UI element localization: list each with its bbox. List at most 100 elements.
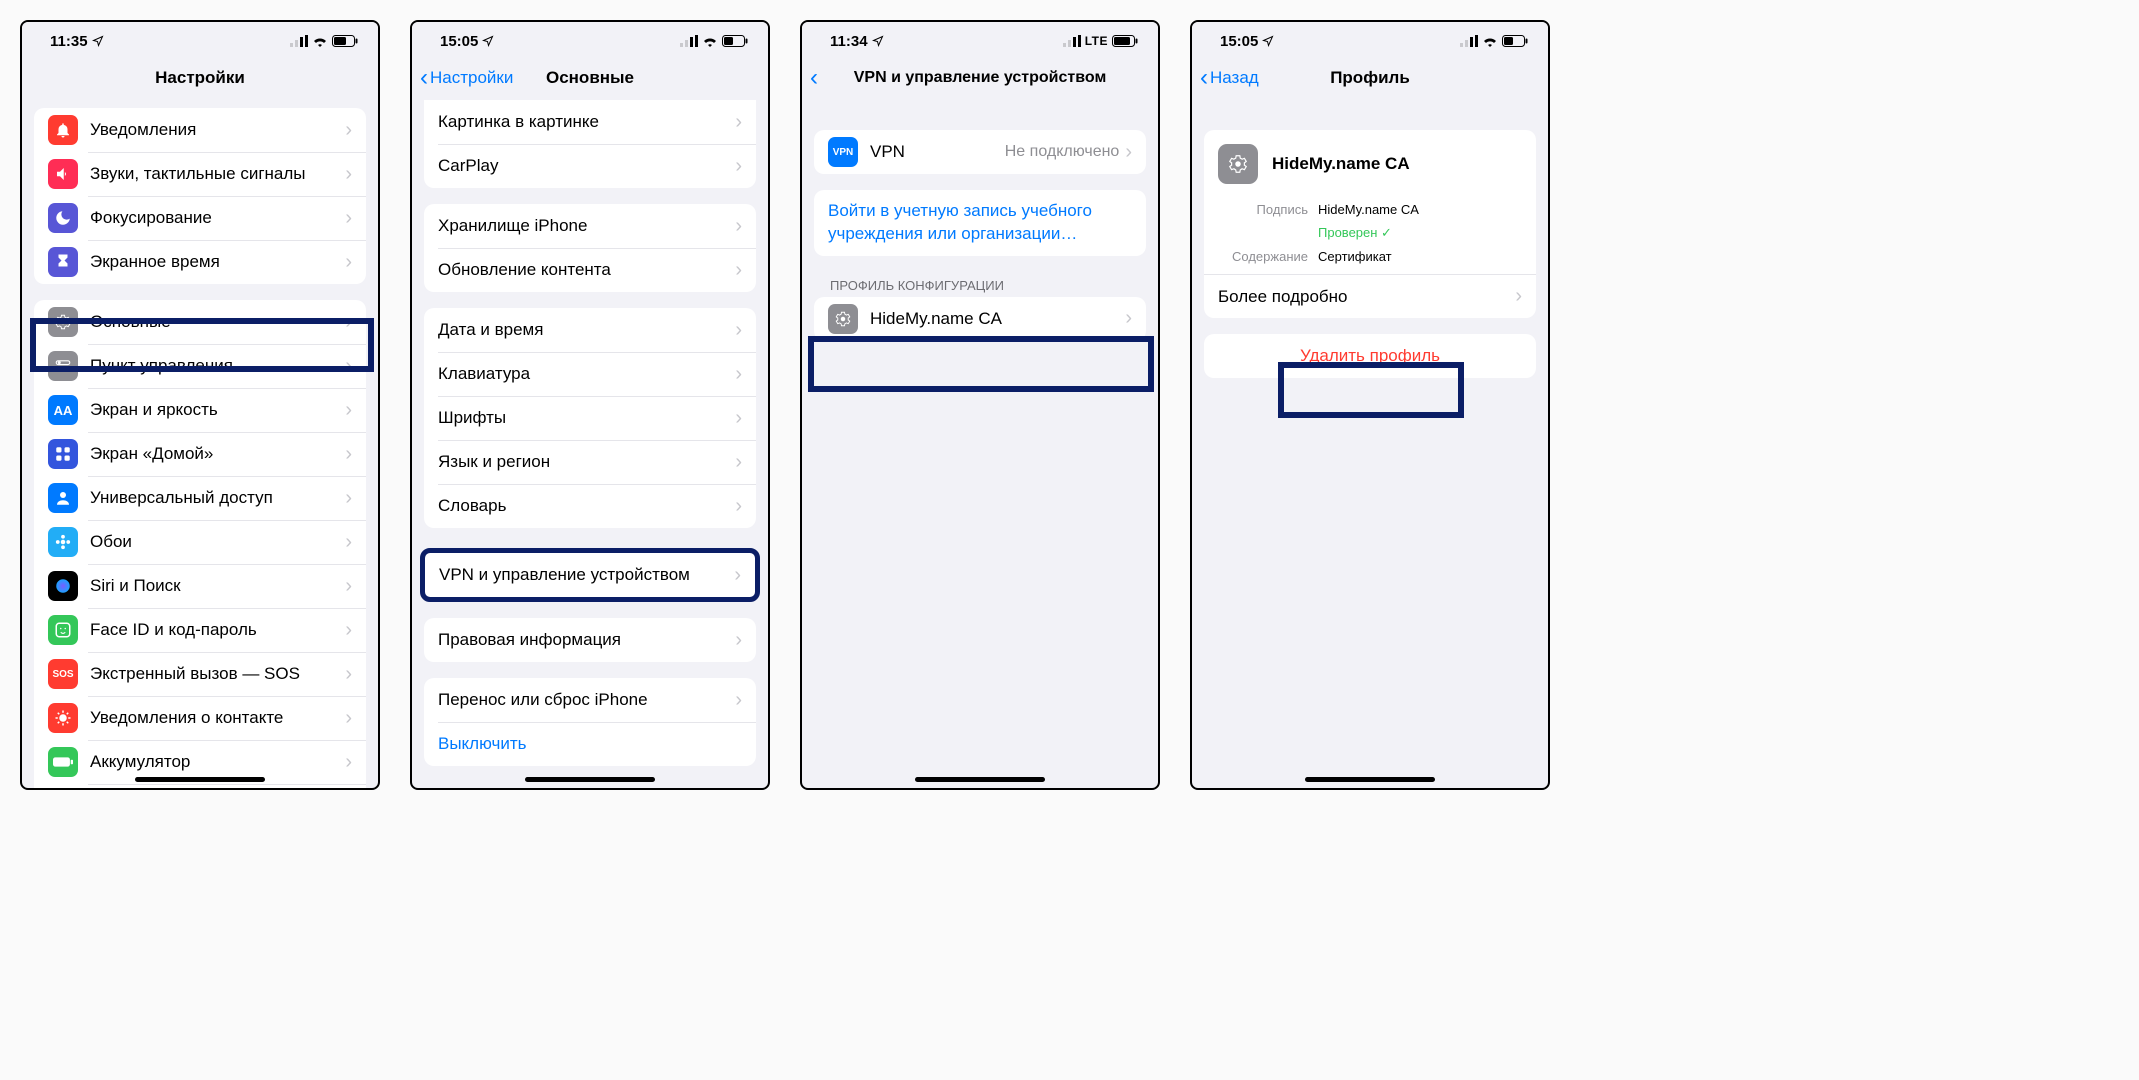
general-row[interactable]: VPN и управление устройством› [425,553,755,597]
general-row[interactable]: Шрифты› [424,396,756,440]
settings-row[interactable]: Siri и Поиск› [34,564,366,608]
settings-row[interactable]: Уведомления› [34,108,366,152]
settings-row[interactable]: Обои› [34,520,366,564]
general-row[interactable]: CarPlay› [424,144,756,188]
vpn-row[interactable]: VPN VPN Не подключено › [814,130,1146,174]
location-icon [482,35,494,47]
battery-icon [1112,35,1138,47]
general-row[interactable]: Перенос или сброс iPhone› [424,678,756,722]
chevron-right-icon: › [345,487,352,510]
settings-row[interactable]: Конфиденциальность› [34,784,366,788]
row-icon [48,159,78,189]
settings-group: Основные›Пункт управления›AAЭкран и ярко… [34,300,366,788]
general-row[interactable]: Обновление контента› [424,248,756,292]
chevron-right-icon: › [735,319,742,342]
general-row[interactable]: Клавиатура› [424,352,756,396]
chevron-right-icon: › [345,443,352,466]
settings-row[interactable]: Face ID и код-пароль› [34,608,366,652]
status-time: 15:05 [1220,33,1258,50]
battery-icon [1502,35,1528,47]
row-icon [48,571,78,601]
row-label: Уведомления [90,120,345,140]
chevron-left-icon: ‹ [1200,66,1208,90]
row-label: Уведомления о контакте [90,708,345,728]
general-row[interactable]: Картинка в картинке› [424,100,756,144]
row-label: Правовая информация [438,630,735,650]
row-label: Словарь [438,496,735,516]
chevron-right-icon: › [345,163,352,186]
row-icon [48,527,78,557]
row-icon [48,615,78,645]
signin-row[interactable]: Войти в учетную запись учебного учрежден… [814,190,1146,256]
settings-row[interactable]: Универсальный доступ› [34,476,366,520]
general-row[interactable]: Язык и регион› [424,440,756,484]
chevron-right-icon: › [345,399,352,422]
wifi-icon [1482,35,1498,47]
profile-detail-content: HideMy.name CA Подпись HideMy.name CA Пр… [1192,100,1548,788]
row-label: Экран и яркость [90,400,345,420]
settings-row[interactable]: Основные› [34,300,366,344]
nav-header: ‹ VPN и управление устройством [802,56,1158,100]
settings-row[interactable]: Экранное время› [34,240,366,284]
row-icon: SOS [48,659,78,689]
settings-row[interactable]: Экран «Домой»› [34,432,366,476]
signin-label: Войти в учетную запись учебного учрежден… [828,200,1132,246]
settings-row[interactable]: Фокусирование› [34,196,366,240]
profile-row[interactable]: HideMy.name CA › [814,297,1146,341]
status-time-area: 11:35 [50,33,104,50]
row-label: Перенос или сброс iPhone [438,690,735,710]
content-key: Содержание [1218,249,1308,264]
chevron-right-icon: › [1125,141,1132,164]
screen-general: 15:05 ‹ Настройки Основные Картинка в ка… [410,20,770,790]
status-bar: 11:35 [22,22,378,56]
settings-row[interactable]: Уведомления о контакте› [34,696,366,740]
row-label: Экстренный вызов — SOS [90,664,345,684]
chevron-right-icon: › [735,155,742,178]
content-value: Сертификат [1318,249,1392,264]
chevron-right-icon: › [735,215,742,238]
settings-row[interactable]: SOSЭкстренный вызов — SOS› [34,652,366,696]
cellular-icon [680,35,698,47]
general-group: VPN и управление устройством› [420,548,760,602]
delete-profile-button[interactable]: Удалить профиль [1204,334,1536,378]
general-row[interactable]: Хранилище iPhone› [424,204,756,248]
chevron-left-icon: ‹ [420,66,428,90]
profile-name: HideMy.name CA [870,309,1125,329]
row-icon [48,747,78,777]
cellular-icon [1460,35,1478,47]
profile-header: HideMy.name CA [1204,130,1536,198]
settings-row[interactable]: AAЭкран и яркость› [34,388,366,432]
chevron-right-icon: › [735,407,742,430]
home-indicator[interactable] [915,777,1045,782]
home-indicator[interactable] [525,777,655,782]
verified-row: Проверен ✓ [1204,221,1536,245]
general-row[interactable]: Правовая информация› [424,618,756,662]
chevron-left-icon: ‹ [810,66,818,90]
status-time: 11:34 [830,33,868,50]
more-details-row[interactable]: Более подробно › [1204,274,1536,318]
row-label: Аккумулятор [90,752,345,772]
general-row[interactable]: Дата и время› [424,308,756,352]
back-button[interactable]: ‹ Настройки [420,66,513,90]
status-bar: 15:05 [412,22,768,56]
general-row[interactable]: Словарь› [424,484,756,528]
cellular-icon [290,35,308,47]
battery-icon [332,35,358,47]
row-icon [48,247,78,277]
highlight-profile [808,336,1154,392]
status-bar: 11:34 LTE [802,22,1158,56]
settings-row[interactable]: Пункт управления› [34,344,366,388]
back-button[interactable]: ‹ Назад [1200,66,1259,90]
home-indicator[interactable] [135,777,265,782]
signature-row: Подпись HideMy.name CA [1204,198,1536,221]
chevron-right-icon: › [735,495,742,518]
home-indicator[interactable] [1305,777,1435,782]
row-label: Дата и время [438,320,735,340]
settings-row[interactable]: Звуки, тактильные сигналы› [34,152,366,196]
general-row[interactable]: Выключить [424,722,756,766]
vpn-label: VPN [870,142,1005,162]
row-icon [48,307,78,337]
back-button[interactable]: ‹ [810,66,818,90]
page-title: VPN и управление устройством [854,69,1107,87]
row-label: Выключить [438,734,742,754]
